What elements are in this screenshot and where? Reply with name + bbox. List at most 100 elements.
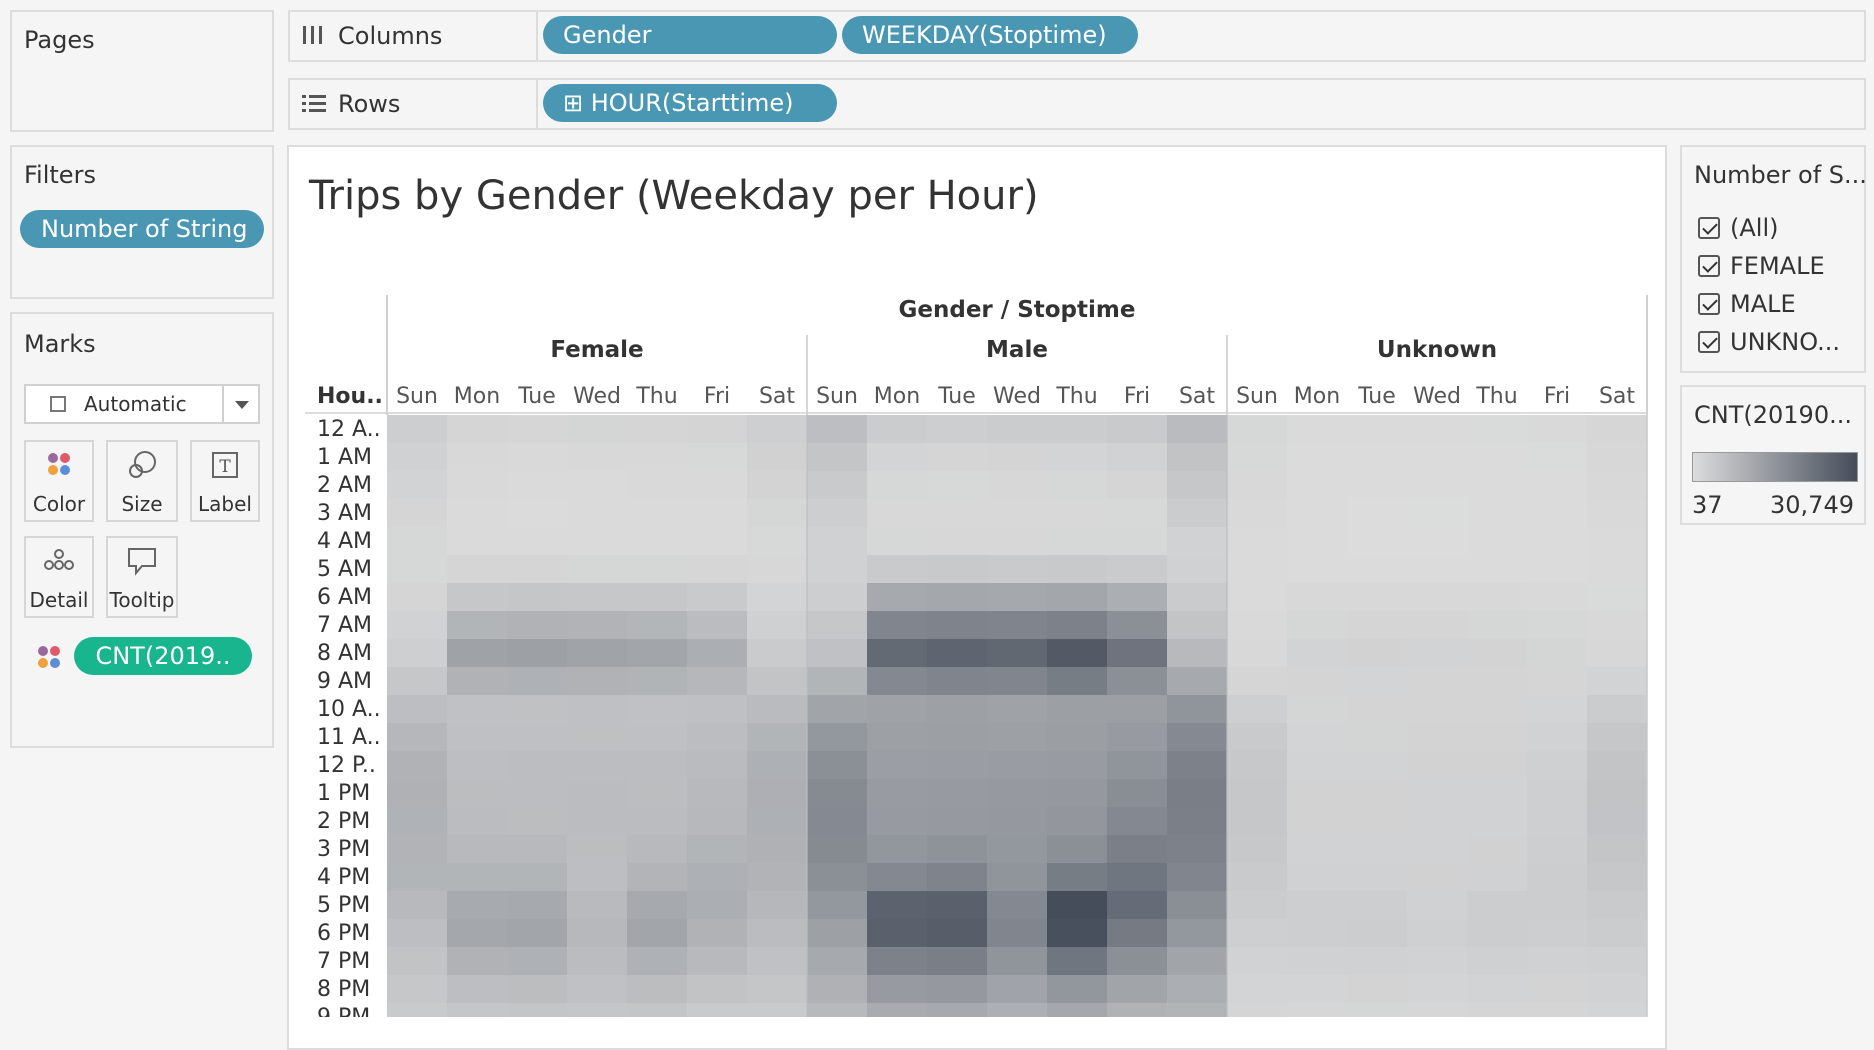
columns-icon xyxy=(302,24,324,50)
heatmap-cell xyxy=(1347,639,1407,667)
heatmap-cell xyxy=(1167,947,1227,975)
heatmap-cell xyxy=(1587,611,1647,639)
heatmap-cell xyxy=(567,695,627,723)
label-icon: T xyxy=(192,450,258,480)
label-card[interactable]: T Label xyxy=(190,440,260,522)
heatmap-cell xyxy=(987,471,1047,499)
mark-type-dropdown[interactable]: Automatic xyxy=(24,384,260,424)
day-label-sun: Sun xyxy=(1236,384,1278,409)
heatmap-cell xyxy=(447,443,507,471)
color-encoding-pill[interactable]: CNT(2019.. xyxy=(74,637,252,675)
heatmap-cell xyxy=(927,555,987,583)
rows-shelf[interactable]: Rows xyxy=(288,78,1866,130)
heatmap-cell xyxy=(567,555,627,583)
heatmap-cell xyxy=(1107,751,1167,779)
heatmap-cell xyxy=(1587,695,1647,723)
heatmap-cell xyxy=(747,891,807,919)
color-legend-card: CNT(20190... 37 30,749 xyxy=(1680,385,1866,525)
heatmap-cell xyxy=(987,555,1047,583)
heatmap-cell xyxy=(387,443,447,471)
heatmap-cell xyxy=(387,919,447,947)
heatmap-cell xyxy=(1347,667,1407,695)
heatmap-cell xyxy=(447,527,507,555)
heatmap-cell xyxy=(867,779,927,807)
heatmap-cell xyxy=(627,639,687,667)
heatmap-cell xyxy=(687,443,747,471)
filter-option-unknown[interactable]: UNKNO... xyxy=(1698,325,1840,357)
heatmap-cell xyxy=(1407,695,1467,723)
checkbox-icon[interactable] xyxy=(1698,293,1720,315)
color-encoding-icon xyxy=(36,644,62,674)
heatmap-cell xyxy=(867,1003,927,1017)
heatmap-cell xyxy=(1467,555,1527,583)
heatmap-cell xyxy=(1287,527,1347,555)
heatmap-cell xyxy=(627,471,687,499)
heatmap-cell xyxy=(1167,863,1227,891)
heatmap-cell xyxy=(447,611,507,639)
heatmap-cell xyxy=(867,695,927,723)
heatmap-cell xyxy=(1287,415,1347,443)
heatmap-cell xyxy=(1167,891,1227,919)
day-label-sat: Sat xyxy=(1599,384,1635,409)
heatmap-cell xyxy=(627,1003,687,1017)
heatmap-cell xyxy=(567,583,627,611)
pages-shelf[interactable]: Pages xyxy=(10,10,274,132)
heatmap-cell xyxy=(1467,891,1527,919)
heatmap-cell xyxy=(1467,1003,1527,1017)
filter-option-all[interactable]: (All) xyxy=(1698,211,1778,243)
heatmap-cell xyxy=(1107,667,1167,695)
heatmap-cell xyxy=(1287,947,1347,975)
columns-pill-gender[interactable]: Gender xyxy=(543,16,837,54)
group-label-unknown: Unknown xyxy=(1377,337,1497,363)
heatmap-cell xyxy=(447,723,507,751)
columns-pill-weekday[interactable]: WEEKDAY(Stoptime) xyxy=(842,16,1138,54)
heatmap-cell xyxy=(507,443,567,471)
heatmap-cell xyxy=(747,975,807,1003)
filter-option-male[interactable]: MALE xyxy=(1698,287,1796,319)
heatmap-cell xyxy=(867,583,927,611)
color-card[interactable]: Color xyxy=(24,440,94,522)
tooltip-card[interactable]: Tooltip xyxy=(106,536,178,618)
heatmap-cell xyxy=(1407,555,1467,583)
checkbox-icon[interactable] xyxy=(1698,331,1720,353)
heatmap-cell xyxy=(687,891,747,919)
heatmap-cell xyxy=(1527,499,1587,527)
heatmap-cell xyxy=(1167,835,1227,863)
heatmap-cell xyxy=(687,751,747,779)
heatmap-cell xyxy=(447,415,507,443)
heatmap-cell xyxy=(387,1003,447,1017)
heatmap-cell xyxy=(1407,947,1467,975)
number-of-string-filter-card: Number of S... (All) FEMALE MALE UNKNO..… xyxy=(1680,145,1867,373)
heatmap-cell xyxy=(1287,695,1347,723)
heatmap-cell xyxy=(1587,527,1647,555)
detail-card[interactable]: Detail xyxy=(24,536,94,618)
checkbox-icon[interactable] xyxy=(1698,217,1720,239)
heatmap-cell xyxy=(1047,555,1107,583)
heatmap-cell xyxy=(1167,415,1227,443)
heatmap-cell xyxy=(807,1003,867,1017)
heatmap-cell xyxy=(447,779,507,807)
heatmap-cell xyxy=(807,947,867,975)
heatmap-cell xyxy=(747,1003,807,1017)
heatmap-cell xyxy=(1587,919,1647,947)
heatmap-cell xyxy=(1467,583,1527,611)
filter-option-female[interactable]: FEMALE xyxy=(1698,249,1825,281)
day-label-sun: Sun xyxy=(396,384,438,409)
heatmap-cell xyxy=(627,527,687,555)
heatmap-cell xyxy=(627,975,687,1003)
size-card[interactable]: Size xyxy=(106,440,178,522)
checkbox-icon[interactable] xyxy=(1698,255,1720,277)
rows-pill-hour[interactable]: ⊞ HOUR(Starttime) xyxy=(543,84,837,122)
heatmap-cell xyxy=(447,471,507,499)
heatmap-cell xyxy=(687,1003,747,1017)
heatmap-cell xyxy=(1527,863,1587,891)
filter-pill-number-of-string[interactable]: Number of String xyxy=(20,210,264,248)
heatmap-cell xyxy=(1527,975,1587,1003)
heatmap-cell xyxy=(387,667,447,695)
heatmap-cell xyxy=(447,835,507,863)
heatmap-cell xyxy=(507,751,567,779)
heatmap-cell xyxy=(927,695,987,723)
heatmap-cell xyxy=(1047,863,1107,891)
mark-type-label: Automatic xyxy=(84,392,187,416)
hour-label: 9 AM xyxy=(317,669,372,694)
